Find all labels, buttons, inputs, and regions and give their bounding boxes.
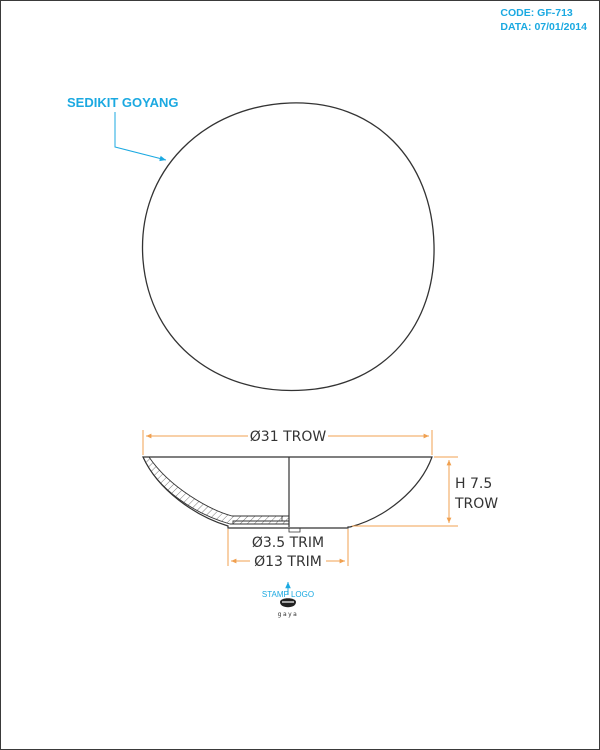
foot-diameter-dimensions: Ø3.5 TRIM Ø13 TRIM (227, 529, 349, 570)
technical-drawing: SEDIKIT GOYANG Ø31 TROW H 7.5 TROW Ø3.5 … (67, 95, 498, 618)
foot-diameter-label: Ø13 TRIM (254, 554, 322, 570)
height-label-line2: TROW (454, 496, 498, 512)
height-label-line1: H 7.5 (455, 476, 492, 492)
bowl-side-view (142, 456, 433, 533)
gaya-logo: gaya (278, 598, 299, 618)
bowl-section-hatch (142, 456, 290, 525)
outer-diameter-label: Ø31 TROW (250, 429, 327, 445)
top-view-note: SEDIKIT GOYANG (67, 95, 178, 110)
inner-foot-diameter-label: Ø3.5 TRIM (252, 535, 324, 551)
note-leader-line (114, 112, 167, 162)
outer-diameter-dimension: Ø31 TROW (142, 429, 433, 455)
bowl-top-view-outline (141, 102, 435, 392)
height-dimension: H 7.5 TROW (352, 456, 498, 527)
stamp-logo-label: STAMP LOGO (262, 590, 314, 599)
logo-wordmark: gaya (278, 611, 299, 618)
stamp-logo-callout: STAMP LOGO (262, 582, 314, 599)
